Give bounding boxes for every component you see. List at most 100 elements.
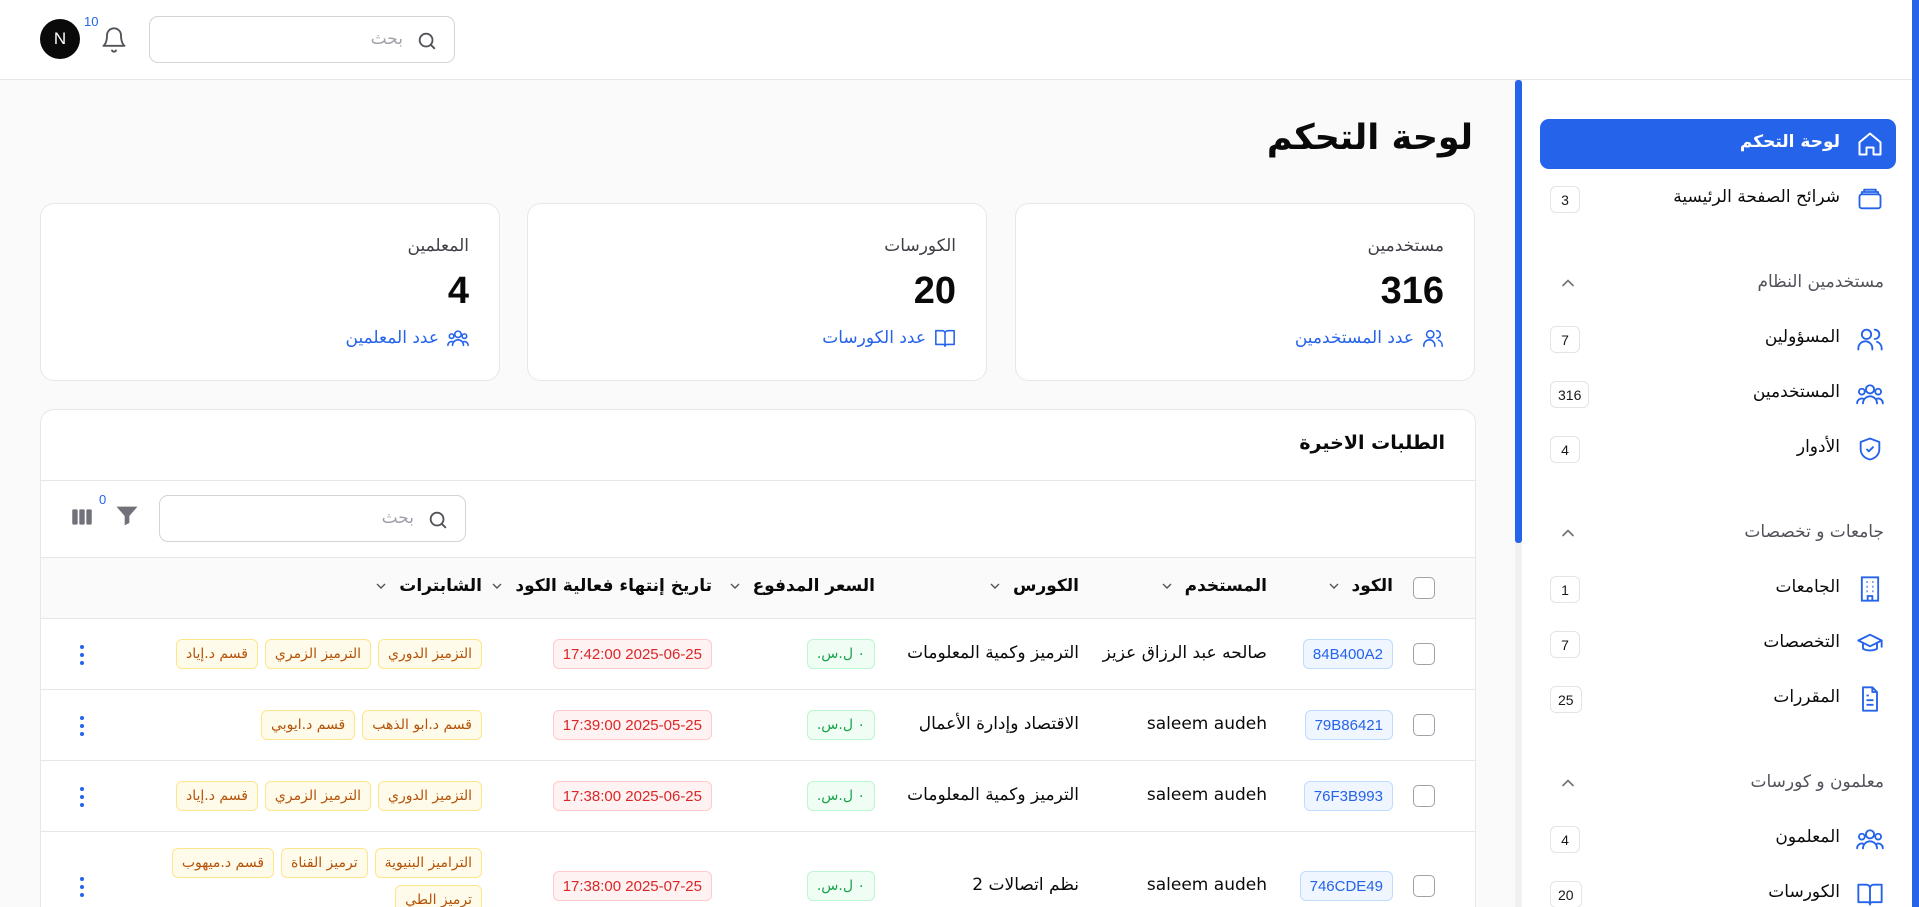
stat-value: 4 <box>447 270 469 312</box>
filter-icon[interactable] <box>113 502 141 530</box>
column-header-expiry[interactable]: تاريخ إنتهاء فعالية الكود <box>489 576 712 596</box>
sidebar-item-roles[interactable]: الأدوار 4 <box>1540 424 1896 474</box>
recent-orders-card: الطلبات الاخيرة بحث 0 الكود المستخدم الك… <box>40 409 1476 907</box>
sidebar-item-home-slides[interactable]: شرائح الصفحة الرئيسية 3 <box>1540 174 1896 224</box>
group-teachers-courses[interactable]: معلمون و كورسات <box>1540 763 1896 803</box>
chapter-tag: قسم د.إياد <box>176 639 258 669</box>
select-all-checkbox[interactable] <box>1413 577 1435 599</box>
sidebar-item-label: لوحة التحكم <box>1739 132 1840 152</box>
stat-card-courses: الكورسات 20 عدد الكورسات <box>527 203 987 381</box>
stat-link-courses[interactable]: عدد الكورسات <box>822 327 956 349</box>
group-universities[interactable]: جامعات و تخصصات <box>1540 513 1896 553</box>
search-placeholder: بحث <box>381 508 414 528</box>
code-badge[interactable]: 76F3B993 <box>1303 781 1393 811</box>
page-scrollbar[interactable] <box>1912 0 1919 907</box>
price-badge: ٠ ل.س. <box>806 871 875 901</box>
course-cell: نظم اتصالات 2 <box>972 875 1079 895</box>
avatar[interactable]: N <box>40 19 80 59</box>
sidebar: لوحة التحكم شرائح الصفحة الرئيسية 3 مستخ… <box>1522 80 1912 907</box>
chapter-tag: الترميز الزمري <box>264 639 371 669</box>
chapter-tag: الترميز الزمري <box>264 781 371 811</box>
chapter-tag: قسم د.ايوبي <box>261 710 356 740</box>
sidebar-item-courses[interactable]: الكورسات 20 <box>1540 869 1896 907</box>
user-cell: صالحه عبد الرزاق عزيز <box>1102 643 1267 663</box>
code-badge[interactable]: 746CDE49 <box>1299 871 1393 901</box>
count-badge: 3 <box>1550 186 1580 213</box>
chapter-tag: ترميز الطي <box>395 885 482 907</box>
stat-link-label: عدد الكورسات <box>822 328 926 348</box>
count-badge: 20 <box>1550 881 1582 907</box>
count-badge: 4 <box>1550 826 1580 853</box>
sidebar-item-teachers[interactable]: المعلمون 4 <box>1540 814 1896 864</box>
chapter-tag: التزميز الدوري <box>378 639 482 669</box>
more-vertical-icon[interactable] <box>72 783 92 811</box>
table-row: 79B86421 saleem audeh الاقتصاد وإدارة ال… <box>41 690 1475 761</box>
column-header-code[interactable]: الكود <box>1326 576 1393 596</box>
row-checkbox[interactable] <box>1413 643 1435 665</box>
sidebar-item-label: المعلمون <box>1775 827 1840 847</box>
chapter-tag: التزميز الدوري <box>378 781 482 811</box>
sidebar-item-users[interactable]: المستخدمين 316 <box>1540 369 1896 419</box>
stat-title: المعلمين <box>407 236 469 256</box>
page-title: لوحة التحكم <box>1266 118 1473 158</box>
stat-link-teachers[interactable]: عدد المعلمين <box>346 327 470 349</box>
sidebar-item-label: الكورسات <box>1768 882 1840 902</box>
stat-card-teachers: المعلمين 4 عدد المعلمين <box>40 203 500 381</box>
count-badge: 7 <box>1550 326 1580 353</box>
count-badge: 7 <box>1550 631 1580 658</box>
stat-title: الكورسات <box>884 236 956 256</box>
sidebar-item-specializations[interactable]: التخصصات 7 <box>1540 619 1896 669</box>
expiry-badge: 2025-06-25 17:42:00 <box>552 639 712 669</box>
code-badge[interactable]: 79B86421 <box>1304 710 1393 740</box>
sidebar-item-subjects[interactable]: المقررات 25 <box>1540 674 1896 724</box>
row-checkbox[interactable] <box>1413 785 1435 807</box>
course-cell: الاقتصاد وإدارة الأعمال <box>918 714 1079 734</box>
divider <box>41 480 1475 481</box>
sidebar-item-label: المسؤولين <box>1764 327 1840 347</box>
expiry-badge: 2025-06-25 17:38:00 <box>552 781 712 811</box>
chapter-tag: قسم د.إياد <box>176 781 258 811</box>
column-header-chapters[interactable]: الشابترات <box>373 576 482 596</box>
search-icon <box>418 32 436 50</box>
book-open-icon <box>935 329 955 348</box>
sidebar-item-admins[interactable]: المسؤولين 7 <box>1540 314 1896 364</box>
table-row: 746CDE49 saleem audeh نظم اتصالات 2 ٠ ل.… <box>41 832 1475 907</box>
users-group-icon <box>1856 829 1884 850</box>
more-vertical-icon[interactable] <box>72 712 92 740</box>
column-label: السعر المدفوع <box>752 576 875 596</box>
more-vertical-icon[interactable] <box>72 641 92 669</box>
stat-value: 316 <box>1380 270 1444 312</box>
row-checkbox[interactable] <box>1413 875 1435 897</box>
column-label: تاريخ إنتهاء فعالية الكود <box>515 576 712 596</box>
graduation-cap-icon <box>1857 633 1883 652</box>
column-header-user[interactable]: المستخدم <box>1159 576 1267 596</box>
price-badge: ٠ ل.س. <box>806 781 875 811</box>
sidebar-scroll-thumb[interactable] <box>1515 80 1522 543</box>
more-vertical-icon[interactable] <box>72 873 92 901</box>
code-badge[interactable]: 84B400A2 <box>1302 639 1393 669</box>
group-title: معلمون و كورسات <box>1750 772 1884 792</box>
columns-icon[interactable] <box>69 504 95 530</box>
column-header-price[interactable]: السعر المدفوع <box>727 576 875 596</box>
users-group-icon <box>1856 384 1884 405</box>
header-search-input[interactable]: بحث <box>149 16 455 63</box>
chapter-tag: قسم د.ابو الذهب <box>362 710 482 740</box>
users-icon <box>1423 329 1443 348</box>
table-search-input[interactable]: بحث <box>159 495 466 542</box>
group-system-users[interactable]: مستخدمين النظام <box>1540 263 1896 303</box>
user-cell: saleem audeh <box>1146 875 1267 895</box>
chevron-up-icon <box>1562 529 1574 537</box>
column-header-course[interactable]: الكورس <box>987 576 1079 596</box>
stat-link-users[interactable]: عدد المستخدمين <box>1295 327 1444 349</box>
chapters-list: التراميز البنيوية ترميز القناة قسم د.ميه… <box>146 848 482 907</box>
bell-icon[interactable] <box>100 26 128 54</box>
row-checkbox[interactable] <box>1413 714 1435 736</box>
sidebar-item-universities[interactable]: الجامعات 1 <box>1540 564 1896 614</box>
column-label: الشابترات <box>399 576 482 596</box>
sidebar-item-dashboard[interactable]: لوحة التحكم <box>1540 119 1896 169</box>
count-badge: 4 <box>1550 436 1580 463</box>
sidebar-item-label: الأدوار <box>1796 437 1840 457</box>
chevron-down-icon <box>1162 583 1172 589</box>
chevron-down-icon <box>1329 583 1338 589</box>
table-row: 84B400A2 صالحه عبد الرزاق عزيز الترميز و… <box>41 619 1475 690</box>
